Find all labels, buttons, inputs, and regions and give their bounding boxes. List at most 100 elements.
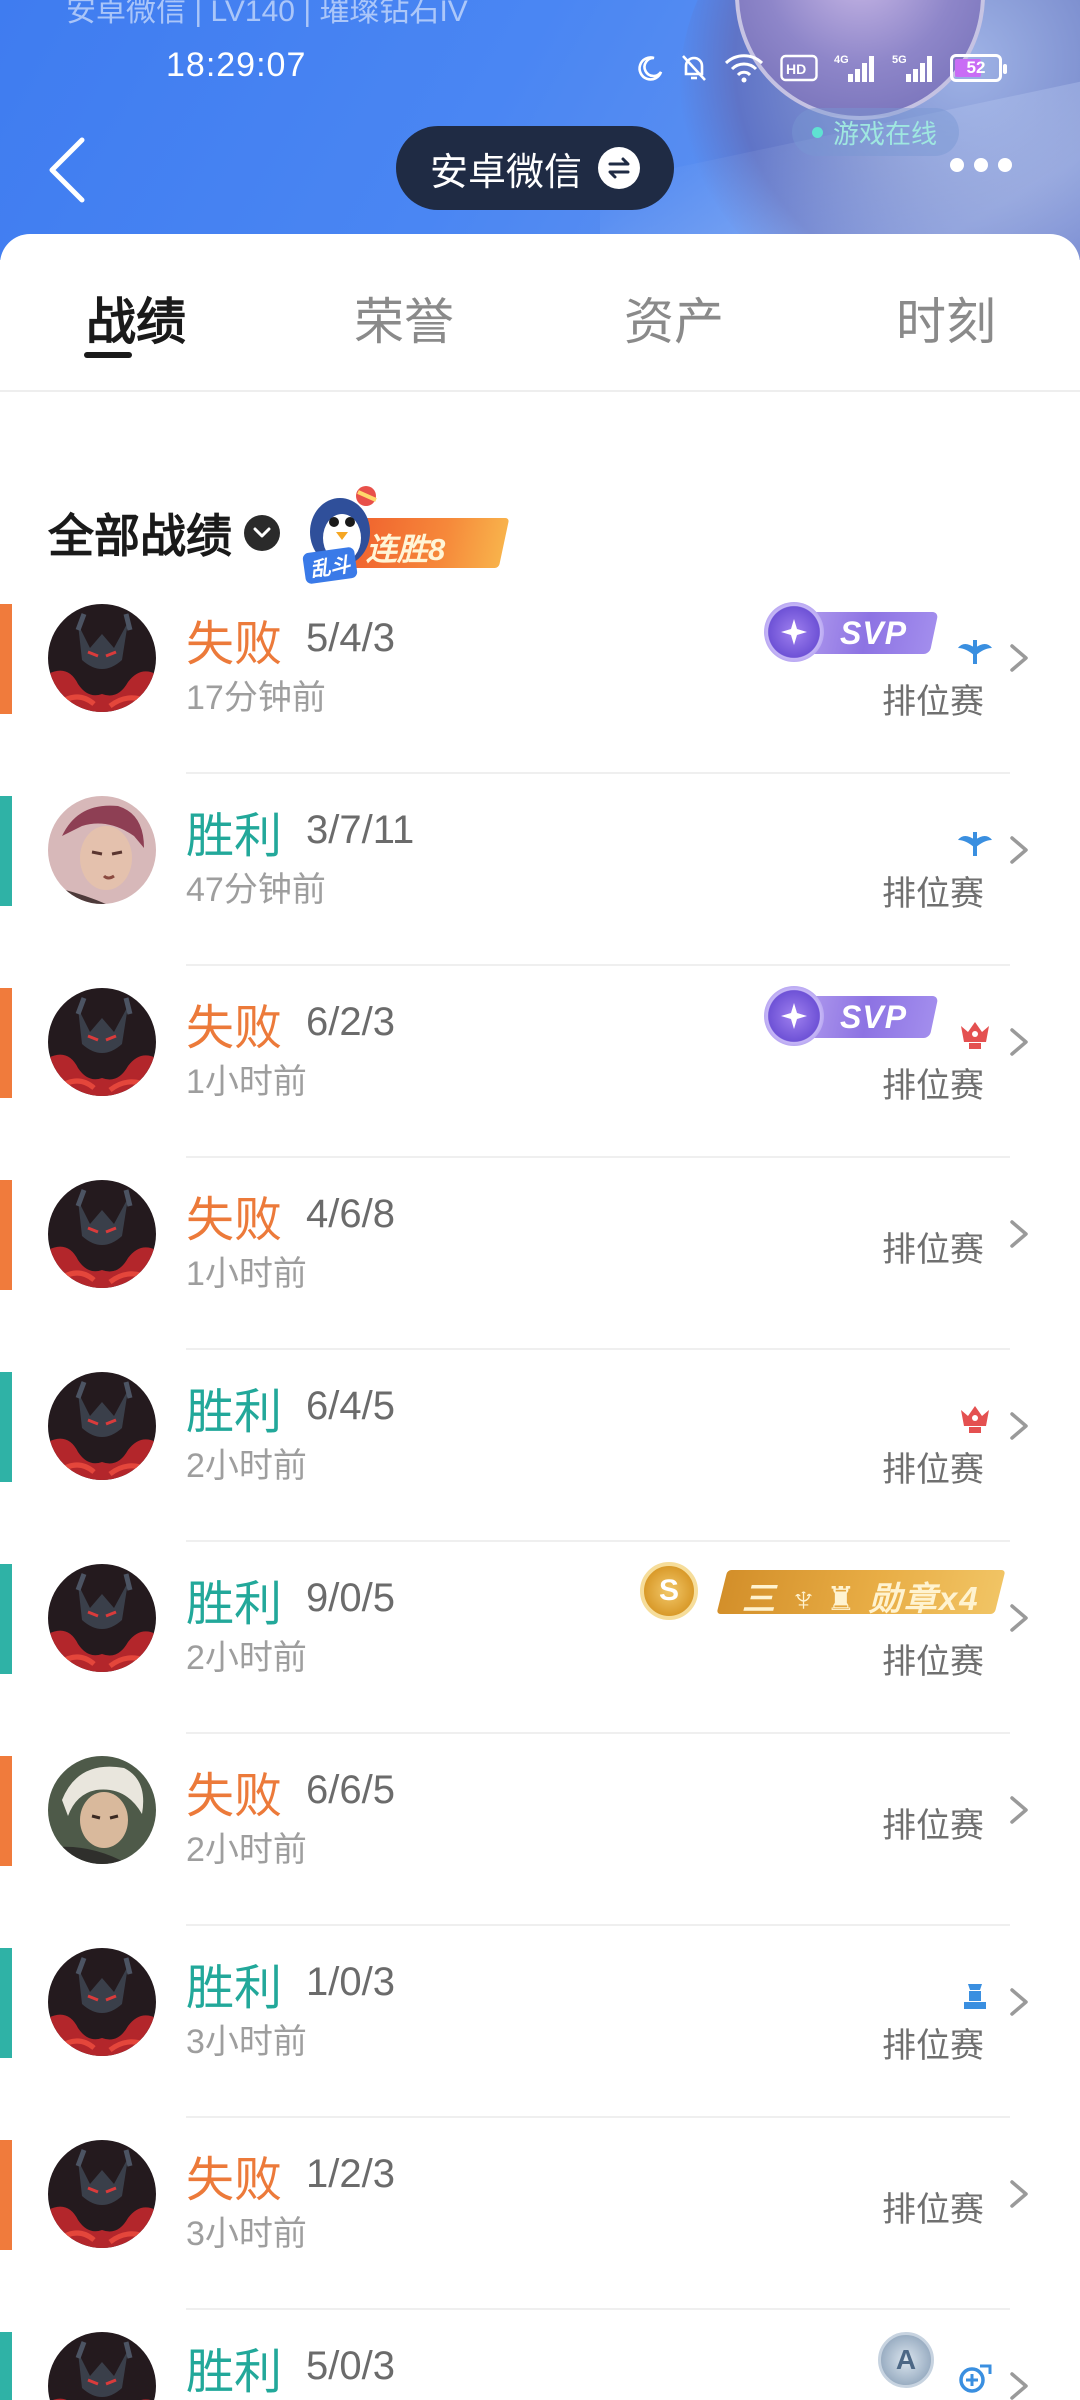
match-row[interactable]: 失败 6/6/5 2小时前 排位赛 xyxy=(0,1734,1080,1926)
hero-avatar xyxy=(48,604,156,712)
red-crest-icon xyxy=(956,1402,994,1436)
match-kda: 9/0/5 xyxy=(306,1576,395,1620)
chevron-right-icon[interactable] xyxy=(1004,1022,1034,1062)
chevron-right-icon[interactable] xyxy=(1004,1598,1034,1638)
match-time: 3小时前 xyxy=(186,2023,307,2061)
match-mode: 排位赛 xyxy=(882,1451,984,1489)
battery-percent: 52 xyxy=(966,58,986,77)
hero-avatar xyxy=(48,988,156,1096)
chevron-right-icon[interactable] xyxy=(1004,830,1034,870)
match-kda: 3/7/11 xyxy=(306,808,415,852)
hero-avatar xyxy=(48,1948,156,2056)
svg-text:5G: 5G xyxy=(892,54,907,66)
chevron-right-icon[interactable] xyxy=(1004,2174,1034,2214)
svp-medal-icon xyxy=(764,986,824,1046)
hero-avatar xyxy=(48,2140,156,2248)
chevron-right-icon[interactable] xyxy=(1004,1790,1034,1830)
red-crest-icon xyxy=(956,1018,994,1052)
match-mode: 排位赛 xyxy=(882,683,984,721)
hd-icon: HD xyxy=(780,54,818,82)
chevron-right-icon[interactable] xyxy=(1004,1982,1034,2022)
match-time: 2小时前 xyxy=(186,1447,307,1485)
match-result: 失败 xyxy=(186,1194,283,1247)
match-row[interactable]: 胜利 5/0/3 A xyxy=(0,2310,1080,2400)
match-kda: 5/4/3 xyxy=(306,616,395,660)
match-time: 47分钟前 xyxy=(186,871,326,909)
blue-tower-icon xyxy=(956,1978,994,2012)
match-time: 17分钟前 xyxy=(186,679,326,717)
more-options-icon[interactable] xyxy=(950,150,1014,180)
match-time: 1小时前 xyxy=(186,1063,307,1101)
chevron-right-icon[interactable] xyxy=(1004,2366,1034,2400)
result-indicator-bar xyxy=(0,796,12,906)
back-arrow-icon[interactable] xyxy=(40,130,100,210)
active-tab-indicator xyxy=(84,352,132,358)
hero-avatar xyxy=(48,1372,156,1480)
chevron-right-icon[interactable] xyxy=(1004,1214,1034,1254)
chevron-down-icon[interactable] xyxy=(244,515,280,551)
mute-bell-icon xyxy=(682,55,706,81)
match-row[interactable]: 失败 1/2/3 3小时前 排位赛 xyxy=(0,2118,1080,2310)
tab-record[interactable]: 战绩 xyxy=(56,282,216,354)
signal-5g-icon: 5G xyxy=(892,54,932,82)
online-status-chip: 游戏在线 xyxy=(792,108,960,156)
match-result: 胜利 xyxy=(186,1962,283,2015)
match-time: 2小时前 xyxy=(186,1831,307,1869)
match-filter-title[interactable]: 全部战绩 xyxy=(48,500,232,566)
chevron-right-icon[interactable] xyxy=(1004,1406,1034,1446)
match-result: 胜利 xyxy=(186,1386,283,1439)
match-result: 失败 xyxy=(186,2154,283,2207)
status-bar-icons: HD 4G 5G 52 xyxy=(636,48,1007,88)
match-filter-header: 全部战绩 连胜8 乱斗 xyxy=(48,486,510,585)
hero-avatar xyxy=(48,1180,156,1288)
signal-4g-icon: 4G xyxy=(834,54,874,82)
svg-text:HD: HD xyxy=(786,61,806,77)
svg-text:4G: 4G xyxy=(834,54,849,66)
match-row[interactable]: 胜利 9/0/5 2小时前 排位赛 S 三 ♆ ♜ 勋章x4 xyxy=(0,1542,1080,1734)
match-row[interactable]: 胜利 6/4/5 2小时前 排位赛 xyxy=(0,1350,1080,1542)
match-mode: 排位赛 xyxy=(882,1231,984,1269)
battery-icon: 52 xyxy=(950,54,1007,82)
online-dot-icon xyxy=(812,126,823,138)
status-bar-time: 18:29:07 xyxy=(166,46,307,84)
svp-label: SVP xyxy=(840,615,908,651)
match-kda: 1/0/3 xyxy=(306,1960,395,2004)
match-time: 3小时前 xyxy=(186,2215,307,2253)
match-mode: 排位赛 xyxy=(882,1807,984,1845)
match-kda: 6/2/3 xyxy=(306,1000,395,1044)
match-time: 1小时前 xyxy=(186,1255,307,1293)
wifi-icon xyxy=(724,54,764,83)
online-status-text: 游戏在线 xyxy=(833,118,938,149)
match-row[interactable]: 胜利 1/0/3 3小时前 排位赛 xyxy=(0,1926,1080,2118)
s-rank-coin-icon: S xyxy=(640,1562,698,1620)
result-indicator-bar xyxy=(0,2332,12,2400)
svp-badge: SVP xyxy=(764,602,939,662)
match-result: 失败 xyxy=(186,618,283,671)
match-result: 胜利 xyxy=(186,810,283,863)
tab-honor[interactable]: 荣誉 xyxy=(324,282,484,354)
moon-icon xyxy=(638,56,663,81)
result-indicator-bar xyxy=(0,1180,12,1290)
match-row[interactable]: 失败 4/6/8 1小时前 排位赛 xyxy=(0,1158,1080,1350)
hero-avatar xyxy=(48,1564,156,1672)
match-kda: 6/4/5 xyxy=(306,1384,395,1428)
match-mode: 排位赛 xyxy=(882,1067,984,1105)
match-result: 失败 xyxy=(186,1770,283,1823)
match-mode: 排位赛 xyxy=(882,2191,984,2229)
chevron-right-icon[interactable] xyxy=(1004,638,1034,678)
a-rank-medal-icon: A xyxy=(878,2332,934,2388)
match-row[interactable]: 胜利 3/7/11 47分钟前 排位赛 xyxy=(0,774,1080,966)
result-indicator-bar xyxy=(0,1564,12,1674)
result-indicator-bar xyxy=(0,1756,12,1866)
tab-moments[interactable]: 时刻 xyxy=(866,282,1026,354)
tab-assets[interactable]: 资产 xyxy=(594,282,754,354)
match-mode: 排位赛 xyxy=(882,1643,984,1681)
account-switch-button[interactable]: 安卓微信 xyxy=(396,126,675,210)
match-result: 失败 xyxy=(186,1002,283,1055)
win-streak-badge: 连胜8 乱斗 xyxy=(300,486,510,585)
match-row[interactable]: 失败 6/2/3 1小时前 排位赛 SVP xyxy=(0,966,1080,1158)
svp-label: SVP xyxy=(840,999,908,1035)
match-result: 胜利 xyxy=(186,1578,283,1631)
match-result: 胜利 xyxy=(186,2346,283,2399)
match-row[interactable]: 失败 5/4/3 17分钟前 排位赛 SVP xyxy=(0,582,1080,774)
